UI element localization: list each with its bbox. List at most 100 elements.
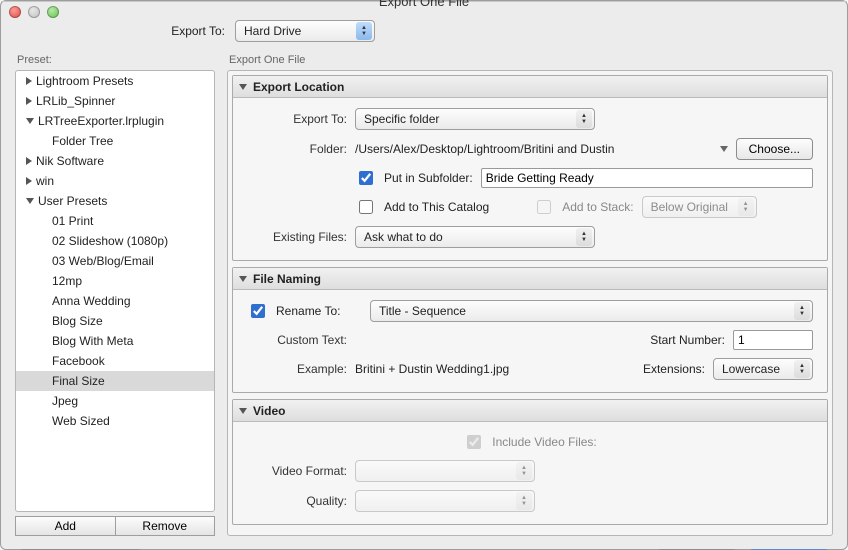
preset-label: Facebook <box>52 354 105 368</box>
preset-add-button[interactable]: Add <box>15 516 115 536</box>
preset-item[interactable]: Blog With Meta <box>16 331 214 351</box>
loc-export-to-label: Export To: <box>247 112 347 126</box>
window-title: Export One File <box>1 0 847 9</box>
export-to-row: Export To: Hard Drive ▲▼ <box>15 12 833 54</box>
updown-icon: ▲▼ <box>516 492 532 510</box>
existing-files-popup[interactable]: Ask what to do ▲▼ <box>355 226 595 248</box>
chevron-right-icon <box>26 157 32 165</box>
titlebar: Export One File <box>1 1 847 2</box>
preset-label: Final Size <box>52 374 105 388</box>
updown-icon: ▲▼ <box>576 110 592 128</box>
folder-label: Folder: <box>247 142 347 156</box>
example-label: Example: <box>247 362 347 376</box>
put-in-subfolder-label: Put in Subfolder: <box>384 171 473 185</box>
video-format-label: Video Format: <box>247 464 347 478</box>
export-to-label: Export To: <box>15 24 225 38</box>
preset-group[interactable]: User Presets <box>16 191 214 211</box>
preset-item[interactable]: Jpeg <box>16 391 214 411</box>
preset-item[interactable]: Web Sized <box>16 411 214 431</box>
section-title: Export Location <box>253 80 344 94</box>
preset-group[interactable]: LRTreeExporter.lrplugin <box>16 111 214 131</box>
folder-dropdown-icon[interactable] <box>720 146 728 152</box>
preset-item[interactable]: Anna Wedding <box>16 291 214 311</box>
existing-files-label: Existing Files: <box>247 230 347 244</box>
add-to-catalog-checkbox[interactable] <box>359 200 373 214</box>
preset-item[interactable]: 01 Print <box>16 211 214 231</box>
preset-label: 02 Slideshow (1080p) <box>52 234 168 248</box>
rename-template-popup[interactable]: Title - Sequence ▲▼ <box>370 300 813 322</box>
preset-label: Nik Software <box>36 154 104 168</box>
preset-item[interactable]: 02 Slideshow (1080p) <box>16 231 214 251</box>
settings-panel: Export One File Export Location Export T… <box>227 54 833 536</box>
preset-item[interactable]: 12mp <box>16 271 214 291</box>
chevron-right-icon <box>26 97 32 105</box>
subfolder-field[interactable] <box>481 168 813 188</box>
preset-sidebar: Preset: Lightroom Presets LRLib_Spinner LR… <box>15 54 215 536</box>
section-title: File Naming <box>253 272 321 286</box>
updown-icon: ▲▼ <box>516 462 532 480</box>
section-file-naming: File Naming Rename To: Title - Sequence … <box>232 267 828 393</box>
updown-icon: ▲▼ <box>576 228 592 246</box>
preset-item[interactable]: Blog Size <box>16 311 214 331</box>
section-export-location: Export Location Export To: Specific fold… <box>232 75 828 261</box>
chevron-down-icon <box>239 408 247 414</box>
rename-to-checkbox[interactable] <box>251 304 265 318</box>
choose-folder-button[interactable]: Choose... <box>736 138 813 160</box>
extensions-popup[interactable]: Lowercase ▲▼ <box>713 358 813 380</box>
put-in-subfolder-checkbox[interactable] <box>359 171 373 185</box>
preset-list[interactable]: Lightroom Presets LRLib_Spinner LRTreeExpo… <box>15 70 215 512</box>
video-quality-popup: ▲▼ <box>355 490 535 512</box>
chevron-down-icon <box>26 118 34 124</box>
start-number-field[interactable] <box>733 330 813 350</box>
section-header-export-location[interactable]: Export Location <box>233 76 827 98</box>
add-to-catalog-label: Add to This Catalog <box>384 200 489 214</box>
preset-group[interactable]: LRLib_Spinner <box>16 91 214 111</box>
preset-label: LRLib_Spinner <box>36 94 115 108</box>
preset-label: 03 Web/Blog/Email <box>52 254 154 268</box>
extensions-label: Extensions: <box>643 362 705 376</box>
preset-item[interactable]: 03 Web/Blog/Email <box>16 251 214 271</box>
preset-group[interactable]: Nik Software <box>16 151 214 171</box>
start-number-label: Start Number: <box>650 333 725 347</box>
loc-export-to-popup[interactable]: Specific folder ▲▼ <box>355 108 595 130</box>
section-header-file-naming[interactable]: File Naming <box>233 268 827 290</box>
custom-text-label: Custom Text: <box>247 333 347 347</box>
preset-item[interactable]: Facebook <box>16 351 214 371</box>
include-video-checkbox <box>467 435 481 449</box>
updown-icon: ▲▼ <box>794 302 810 320</box>
preset-remove-button[interactable]: Remove <box>115 516 216 536</box>
video-format-popup: ▲▼ <box>355 460 535 482</box>
export-to-popup[interactable]: Hard Drive ▲▼ <box>235 20 375 42</box>
updown-icon: ▲▼ <box>738 198 754 216</box>
preset-label: Blog With Meta <box>52 334 133 348</box>
preset-label: Blog Size <box>52 314 103 328</box>
chevron-down-icon <box>26 198 34 204</box>
right-heading: Export One File <box>227 54 833 70</box>
export-to-value: Hard Drive <box>244 24 301 38</box>
section-header-video[interactable]: Video <box>233 400 827 422</box>
add-to-stack-label: Add to Stack: <box>562 200 633 214</box>
chevron-down-icon <box>239 84 247 90</box>
stack-position-popup: Below Original ▲▼ <box>642 196 757 218</box>
preset-label: LRTreeExporter.lrplugin <box>38 114 164 128</box>
export-dialog: Export One File Export To: Hard Drive ▲▼… <box>0 0 848 550</box>
add-to-stack-checkbox <box>537 200 551 214</box>
section-title: Video <box>253 404 285 418</box>
rename-to-label: Rename To: <box>276 304 362 318</box>
folder-path: /Users/Alex/Desktop/Lightroom/Britini an… <box>355 142 712 156</box>
preset-group[interactable]: Lightroom Presets <box>16 71 214 91</box>
preset-group[interactable]: win <box>16 171 214 191</box>
preset-label: Anna Wedding <box>52 294 131 308</box>
preset-heading: Preset: <box>15 54 215 70</box>
preset-item[interactable]: Folder Tree <box>16 131 214 151</box>
section-video: Video Include Video Files: Video Format: <box>232 399 828 525</box>
video-quality-label: Quality: <box>247 494 347 508</box>
preset-item[interactable]: Final Size <box>16 371 214 391</box>
preset-label: Lightroom Presets <box>36 74 133 88</box>
updown-icon: ▲▼ <box>356 22 372 40</box>
example-value: Britini + Dustin Wedding1.jpg <box>355 362 635 376</box>
include-video-label: Include Video Files: <box>492 435 597 449</box>
preset-label: Folder Tree <box>52 134 113 148</box>
preset-label: Web Sized <box>52 414 110 428</box>
preset-label: Jpeg <box>52 394 78 408</box>
